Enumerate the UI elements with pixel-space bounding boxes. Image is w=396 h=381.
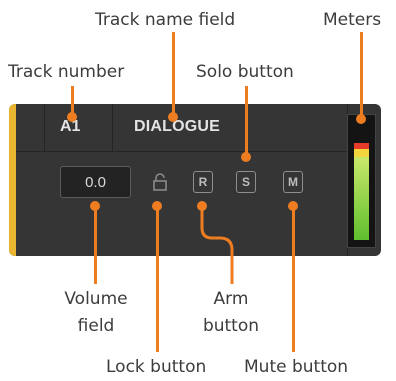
track-number-dot xyxy=(67,112,77,122)
volume-field[interactable]: 0.0 xyxy=(60,166,131,198)
meters-callout: Meters xyxy=(323,10,382,30)
track-name-field[interactable]: DIALOGUE xyxy=(134,118,220,136)
mute-button[interactable]: M xyxy=(283,171,303,193)
solo-leader xyxy=(245,86,248,157)
arm-button-callout: Arm button xyxy=(196,287,266,339)
audio-meter xyxy=(347,114,376,248)
solo-button-callout: Solo button xyxy=(196,62,294,82)
track-name-dot xyxy=(168,112,178,122)
meters-leader xyxy=(360,32,363,120)
track-color-stripe xyxy=(9,104,16,256)
solo-button[interactable]: S xyxy=(236,171,256,193)
volume-leader xyxy=(94,206,97,284)
track-number-divider xyxy=(44,104,45,151)
lock-icon xyxy=(153,173,167,191)
mute-leader xyxy=(292,206,295,352)
track-header-row-divider xyxy=(16,151,347,152)
meters-dot xyxy=(356,114,366,124)
arm-leader xyxy=(200,206,234,284)
volume-field-callout-line2: field xyxy=(77,316,115,336)
track-number-callout: Track number xyxy=(8,62,125,82)
arm-button-callout-line1: Arm xyxy=(213,289,249,309)
meter-green-zone xyxy=(354,157,369,240)
volume-field-callout: Volume field xyxy=(56,287,136,339)
meter-yellow-zone xyxy=(354,149,369,157)
track-name-divider xyxy=(112,104,113,151)
mute-button-callout: Mute button xyxy=(244,357,349,377)
arm-button-callout-line2: button xyxy=(202,316,260,336)
arm-button[interactable]: R xyxy=(193,171,213,193)
track-name-field-callout: Track name field xyxy=(95,10,236,30)
lock-button-callout: Lock button xyxy=(106,357,207,377)
lock-button[interactable] xyxy=(149,171,171,193)
volume-field-callout-line1: Volume xyxy=(64,289,128,309)
solo-dot xyxy=(241,152,251,162)
track-name-leader xyxy=(172,32,175,114)
track-number-leader xyxy=(71,86,74,114)
lock-leader xyxy=(156,206,159,352)
